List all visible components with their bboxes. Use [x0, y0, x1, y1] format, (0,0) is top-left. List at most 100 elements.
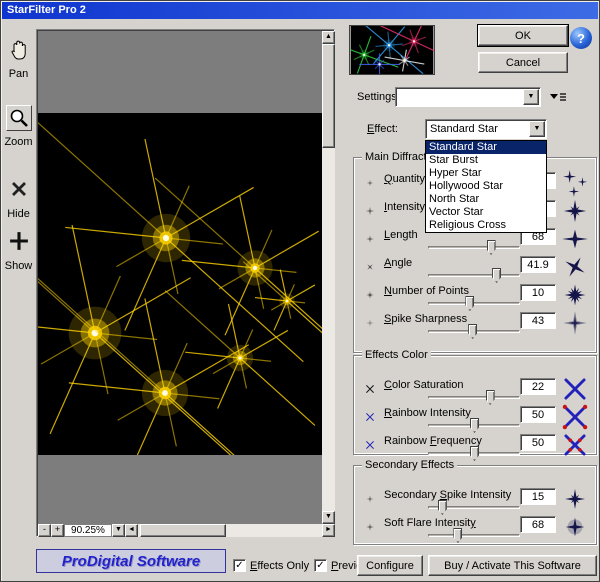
cancel-button[interactable]: Cancel	[478, 52, 568, 73]
effect-option[interactable]: Hollywood Star	[426, 180, 546, 193]
vertical-scroll-thumb[interactable]	[322, 44, 335, 148]
hide-label: Hide	[1, 208, 36, 220]
horizontal-scrollbar[interactable]	[138, 524, 322, 537]
sparkle-icon	[362, 491, 378, 507]
sparkle-icon	[362, 287, 378, 303]
logo-text: ProDigital Software	[62, 553, 200, 570]
slider-thumb[interactable]	[492, 268, 501, 283]
effect-label: Effect:	[367, 123, 398, 135]
settings-combo-arrow-icon[interactable]: ▼	[523, 89, 539, 105]
effect-option[interactable]: Hyper Star	[426, 167, 546, 180]
vertical-scrollbar[interactable]: ▲ ▼	[322, 31, 335, 524]
hide-tool-button[interactable]: Hide	[1, 177, 36, 220]
sparkle-icon	[362, 519, 378, 535]
sparkle-icon	[362, 259, 378, 275]
effects-color-title: Effects Color	[362, 349, 431, 361]
slider-thumb[interactable]	[487, 240, 496, 255]
spike-sharpness-value-input[interactable]	[520, 312, 556, 329]
spike-sharpness-slider[interactable]	[428, 324, 520, 339]
sparkle-icon	[362, 175, 378, 191]
effects-color-group: Effects Color Color Saturation Rainbow I…	[353, 355, 597, 455]
number-of-points-slider[interactable]	[428, 296, 520, 311]
length-slider[interactable]	[428, 240, 520, 255]
preview-bottom-bar: - + 90.25% ▼ ◄ ►	[38, 524, 335, 537]
checkbox-check-icon[interactable]: ✓	[314, 559, 327, 572]
plus-icon	[6, 229, 32, 255]
sparkle-icon	[362, 203, 378, 219]
angle-slider[interactable]	[428, 268, 520, 283]
buy-activate-button[interactable]: Buy / Activate This Software	[428, 555, 597, 576]
effect-option[interactable]: Religious Cross	[426, 219, 546, 232]
prodigital-logo: ProDigital Software	[36, 549, 226, 573]
effects-only-label: Effects Only	[250, 560, 309, 572]
number-of-points-value-input[interactable]	[520, 284, 556, 301]
secondary-spike-intensity-slider[interactable]	[428, 500, 520, 515]
pan-tool-button[interactable]: Pan	[1, 37, 36, 80]
effects-only-checkbox[interactable]: ✓ Effects Only	[233, 559, 309, 572]
slider-thumb[interactable]	[470, 418, 479, 433]
zoom-tool-button[interactable]: Zoom	[1, 105, 36, 148]
show-label: Show	[1, 260, 36, 272]
slider-thumb[interactable]	[470, 446, 479, 461]
slider-track	[428, 534, 520, 537]
scroll-left-button[interactable]: ◄	[125, 524, 138, 537]
rainbow-intensity-slider[interactable]	[428, 418, 520, 433]
preview-canvas[interactable]	[38, 31, 322, 524]
blue-x-icon	[362, 409, 378, 425]
slider-thumb[interactable]	[453, 528, 462, 543]
slider-thumb[interactable]	[486, 390, 495, 405]
sparkle-icon	[362, 231, 378, 247]
slider-thumb[interactable]	[468, 324, 477, 339]
zoom-out-button[interactable]: -	[38, 524, 51, 537]
secondary-spike-intensity-value-input[interactable]	[520, 488, 556, 505]
color-saturation-value-input[interactable]	[520, 378, 556, 395]
scroll-up-button[interactable]: ▲	[322, 31, 335, 44]
preset-flyout-menu-icon[interactable]	[549, 91, 567, 103]
starfilter-dialog: StarFilter Pro 2 Pan Zoom Hide	[0, 0, 600, 582]
sparkle-icon	[362, 315, 378, 331]
settings-combo[interactable]: ▼	[395, 87, 541, 107]
scroll-down-button[interactable]: ▼	[322, 511, 335, 524]
rainbow-frequency-row: Rainbow Frequency	[354, 434, 596, 460]
effect-option[interactable]: Standard Star	[426, 141, 546, 154]
soft-flare-intensity-value-input[interactable]	[520, 516, 556, 533]
checkbox-check-icon[interactable]: ✓	[233, 559, 246, 572]
color-saturation-slider[interactable]	[428, 390, 520, 405]
slider-thumb[interactable]	[465, 296, 474, 311]
show-tool-button[interactable]: Show	[1, 229, 36, 272]
slider-thumb[interactable]	[438, 500, 447, 515]
effect-option[interactable]: North Star	[426, 193, 546, 206]
settings-label: Settings:	[357, 91, 400, 103]
magnifier-icon	[6, 105, 32, 131]
effect-option[interactable]: Star Burst	[426, 154, 546, 167]
effect-combo[interactable]: Standard Star ▼	[425, 119, 547, 139]
secondary-effects-title: Secondary Effects	[362, 459, 457, 471]
effect-option[interactable]: Vector Star	[426, 206, 546, 219]
effect-combo-arrow-icon[interactable]: ▼	[529, 121, 545, 137]
configure-button[interactable]: Configure	[357, 555, 423, 576]
pan-hand-icon	[6, 37, 32, 63]
soft-flare-intensity-slider[interactable]	[428, 528, 520, 543]
rainbow-intensity-value-input[interactable]	[520, 406, 556, 423]
zoom-in-button[interactable]: +	[51, 524, 64, 537]
preview-image	[38, 113, 322, 455]
quantity-label: Quantity	[384, 173, 425, 185]
zoom-level-field[interactable]: 90.25%	[64, 524, 112, 537]
thumbnail-image	[349, 25, 435, 75]
scroll-right-button[interactable]: ►	[322, 524, 335, 537]
zoom-label: Zoom	[1, 136, 36, 148]
angle-value-input[interactable]	[520, 256, 556, 273]
title-bar[interactable]: StarFilter Pro 2	[2, 2, 598, 19]
rainbow-frequency-value-input[interactable]	[520, 434, 556, 451]
angle-label: Angle	[384, 257, 412, 269]
preview-pane: ▲ ▼ - + 90.25% ▼ ◄ ►	[36, 29, 335, 537]
secondary-effects-group: Secondary Effects Secondary Spike Intens…	[353, 465, 597, 545]
window-title: StarFilter Pro 2	[7, 4, 86, 16]
help-button[interactable]: ?	[570, 27, 592, 49]
intensity-label: Intensity	[384, 201, 425, 213]
zoom-dropdown-button[interactable]: ▼	[112, 524, 125, 537]
ok-button[interactable]: OK	[478, 25, 568, 46]
soft-star-icon	[559, 307, 591, 339]
horizontal-scroll-thumb[interactable]	[140, 524, 226, 537]
slider-track	[428, 274, 520, 277]
